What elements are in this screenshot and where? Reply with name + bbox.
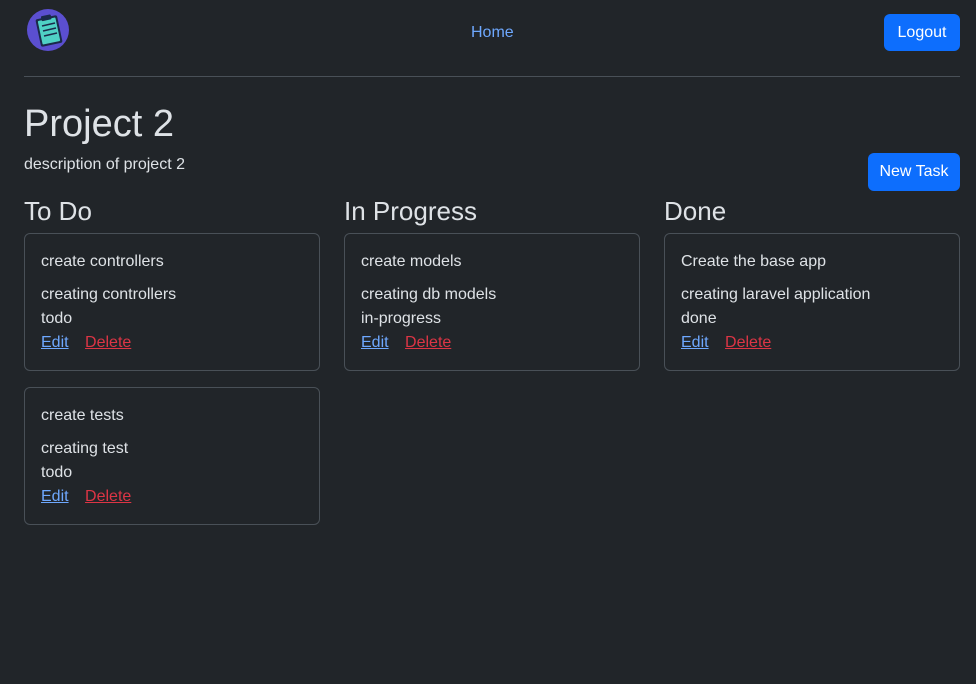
column-done: Done Create the base app creating larave… — [664, 194, 960, 387]
edit-task-link[interactable]: Edit — [41, 488, 69, 505]
task-card: create controllers creating controllers … — [24, 233, 320, 371]
logout-button[interactable]: Logout — [884, 14, 960, 51]
new-task-button[interactable]: New Task — [868, 153, 960, 191]
clipboard-logo-icon[interactable] — [27, 9, 69, 51]
task-title: Create the base app — [681, 253, 826, 270]
navbar: Home Logout — [24, 0, 960, 77]
delete-task-link[interactable]: Delete — [85, 488, 131, 505]
edit-task-link[interactable]: Edit — [681, 334, 709, 351]
column-todo: To Do create controllers creating contro… — [24, 194, 320, 541]
task-card: Create the base app creating laravel app… — [664, 233, 960, 371]
task-title: create controllers — [41, 253, 164, 270]
task-actions: Edit Delete — [41, 485, 303, 509]
task-status: in-progress — [361, 310, 442, 327]
task-description: creating test — [41, 440, 129, 457]
task-actions: Edit Delete — [41, 331, 303, 355]
column-in-progress: In Progress create models creating db mo… — [344, 194, 640, 387]
task-status: todo — [41, 310, 73, 327]
task-description: creating db models — [361, 286, 497, 303]
task-description: creating controllers — [41, 286, 177, 303]
column-title: In Progress — [344, 196, 477, 226]
delete-task-link[interactable]: Delete — [725, 334, 771, 351]
column-title: To Do — [24, 196, 92, 226]
task-actions: Edit Delete — [361, 331, 623, 355]
task-card: create models creating db models in-prog… — [344, 233, 640, 371]
column-title: Done — [664, 196, 727, 226]
delete-task-link[interactable]: Delete — [405, 334, 451, 351]
page-title: Project 2 — [24, 103, 174, 145]
nav-home-link[interactable]: Home — [471, 24, 514, 42]
delete-task-link[interactable]: Delete — [85, 334, 131, 351]
edit-task-link[interactable]: Edit — [41, 334, 69, 351]
task-status: done — [681, 310, 717, 327]
task-title: create tests — [41, 407, 124, 424]
task-title: create models — [361, 253, 462, 270]
task-card: create tests creating test todo Edit Del… — [24, 387, 320, 525]
task-description: creating laravel application — [681, 286, 871, 303]
project-description: description of project 2 — [24, 156, 185, 173]
edit-task-link[interactable]: Edit — [361, 334, 389, 351]
task-actions: Edit Delete — [681, 331, 943, 355]
task-status: todo — [41, 464, 73, 481]
